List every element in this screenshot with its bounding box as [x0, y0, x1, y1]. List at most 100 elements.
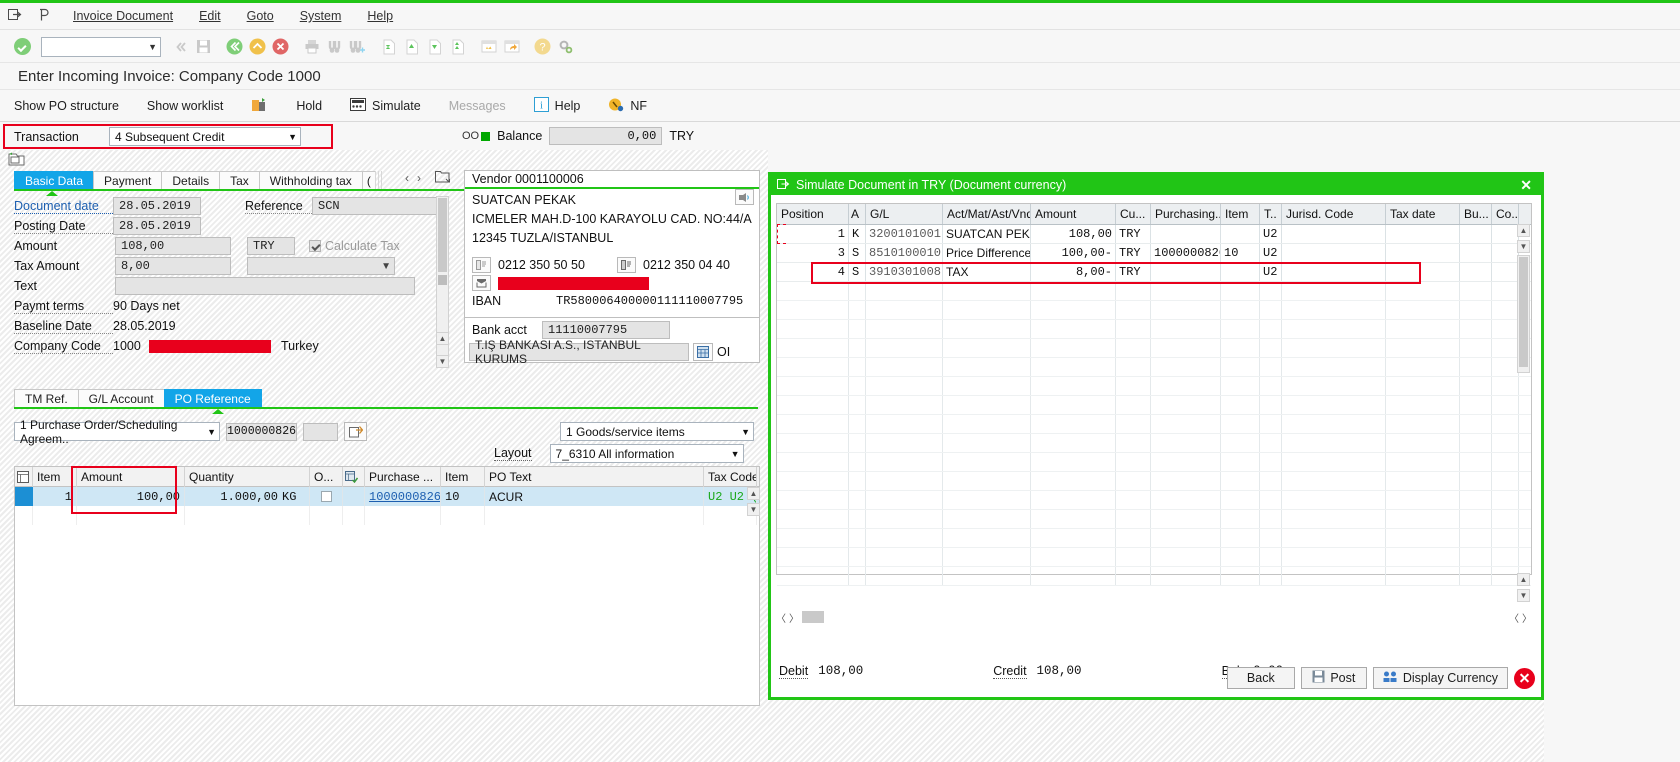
save-icon[interactable] — [192, 35, 215, 59]
po-item-input[interactable] — [303, 422, 338, 441]
hscroll-left-icon[interactable]: 〈 — [776, 610, 786, 625]
tab-payment[interactable]: Payment — [93, 171, 163, 190]
command-field[interactable]: ▼ — [41, 36, 161, 57]
show-po-structure-button[interactable]: Show PO structure — [0, 93, 133, 119]
tab-list-folder-icon[interactable] — [435, 170, 450, 186]
first-page-icon[interactable] — [377, 35, 400, 59]
table-row[interactable]: 3 S 8510100010 Price Difference 100,00- … — [777, 244, 1531, 263]
sim-table-scroll-up-button[interactable]: ▲ — [1517, 224, 1530, 237]
cancel-dialog-button[interactable] — [1514, 667, 1535, 689]
menu-item-edit[interactable]: Edit — [186, 9, 234, 23]
po-col-po-text[interactable]: PO Text — [485, 467, 704, 487]
po-col-po-item[interactable]: Item — [441, 467, 485, 487]
hscroll-page-right-icon[interactable]: 〉 — [1522, 610, 1532, 625]
hscroll-page-left-icon[interactable]: 〈 — [1509, 610, 1519, 625]
po-table-scroll-up-button[interactable]: ▲ — [747, 487, 760, 500]
po-col-tax-code[interactable]: Tax Code — [704, 467, 757, 487]
hold-button[interactable]: Hold — [282, 93, 336, 119]
chevron-down-icon[interactable]: ▼ — [148, 42, 157, 52]
back-icon[interactable] — [169, 35, 192, 59]
tab-details[interactable]: Details — [161, 171, 221, 190]
exit-yellow-icon[interactable] — [246, 35, 269, 59]
tab-tax[interactable]: Tax — [219, 171, 260, 190]
bank-name-field[interactable]: T.IŞ BANKASI A.S., ISTANBUL KURUMS — [469, 338, 689, 366]
menu-item-help[interactable]: Help — [354, 9, 406, 23]
text-input[interactable] — [115, 277, 415, 295]
tab-more[interactable]: ( — [361, 171, 376, 190]
sim-col-cu[interactable]: Cu... — [1116, 204, 1151, 224]
tab-tm-ref[interactable]: TM Ref. — [14, 389, 79, 408]
sim-table-scroll-down-button-2[interactable]: ▼ — [1517, 589, 1530, 602]
sim-col-item[interactable]: Item — [1221, 204, 1260, 224]
park-document-button[interactable] — [237, 93, 282, 119]
bank-data-button[interactable] — [693, 342, 713, 361]
sim-table-vertical-scrollbar[interactable] — [1517, 255, 1530, 373]
tab-grip-handle[interactable] — [374, 171, 382, 190]
cell-o[interactable] — [310, 487, 343, 506]
posting-date-input[interactable]: 28.05.2019 — [113, 217, 201, 235]
table-row[interactable]: 1 K 3200101001 SUATCAN PEKAK / 12… 108,0… — [777, 225, 1531, 244]
po-col-quantity[interactable]: Quantity — [185, 467, 310, 487]
hscroll-right-icon[interactable]: 〉 — [789, 610, 799, 625]
find-next-icon[interactable] — [346, 35, 369, 59]
chevron-down-icon[interactable]: ▼ — [288, 132, 297, 142]
chevron-down-icon[interactable]: ▼ — [381, 261, 391, 272]
menu-item-goto[interactable]: Goto — [234, 9, 287, 23]
po-col-amount[interactable]: Amount — [77, 467, 185, 487]
po-col-purchase-order[interactable]: Purchase ... — [365, 467, 441, 487]
customize-icon[interactable] — [554, 35, 577, 59]
form-scroll-up-button[interactable]: ▲ — [436, 332, 449, 345]
sim-col-gl[interactable]: G/L — [866, 204, 943, 224]
reference-input[interactable]: SCN — [312, 197, 442, 215]
chevron-down-icon[interactable]: ▼ — [731, 449, 740, 459]
previous-page-icon[interactable] — [400, 35, 423, 59]
tab-basic-data[interactable]: Basic Data — [14, 171, 95, 190]
form-scroll-down-button[interactable]: ▼ — [436, 355, 449, 368]
simulate-button[interactable]: Simulate — [336, 93, 435, 119]
sim-col-jurisd-code[interactable]: Jurisd. Code — [1282, 204, 1386, 224]
sim-col-position[interactable]: Position — [777, 204, 849, 224]
form-scrollbar-thumb[interactable] — [438, 198, 447, 272]
sim-col-tax-date[interactable]: Tax date — [1386, 204, 1460, 224]
menu-item-system[interactable]: System — [287, 9, 355, 23]
sim-col-t[interactable]: T.. — [1260, 204, 1282, 224]
system-menu-icon[interactable] — [0, 8, 30, 24]
cancel-red-icon[interactable] — [269, 35, 292, 59]
po-doc-type-select[interactable]: 1 Purchase Order/Scheduling Agreem.. ▼ — [14, 418, 220, 446]
po-navigate-button[interactable] — [344, 422, 367, 441]
sim-col-bu[interactable]: Bu... — [1460, 204, 1492, 224]
cell-purchase-order[interactable]: 1000000826 — [365, 487, 441, 506]
back-green-icon[interactable] — [223, 35, 246, 59]
show-worklist-button[interactable]: Show worklist — [133, 93, 237, 119]
find-icon[interactable] — [323, 35, 346, 59]
row-selector[interactable] — [15, 487, 33, 506]
hscroll-thumb[interactable] — [802, 611, 824, 623]
sim-col-a[interactable]: A — [849, 204, 866, 224]
transaction-select[interactable]: 4 Subsequent Credit ▼ — [109, 127, 301, 146]
sim-table-horizontal-scrollbar[interactable]: 〈 〉 〈 〉 — [776, 609, 1532, 625]
table-row[interactable]: 1 100,00 1.000,00 KG 1000000826 10 ACUR … — [15, 487, 759, 506]
calculate-tax-checkbox[interactable]: Calculate Tax — [309, 239, 400, 253]
tab-scroll-right-icon[interactable]: › — [417, 171, 421, 185]
tab-scroll-left-icon[interactable]: ‹ — [405, 171, 409, 185]
tab-gl-account[interactable]: G/L Account — [77, 389, 165, 408]
sim-col-amount[interactable]: Amount — [1031, 204, 1116, 224]
sim-col-purchasing[interactable]: Purchasing... — [1151, 204, 1221, 224]
table-row[interactable]: 4 S 3910301008 TAX 8,00- TRY U2 — [777, 263, 1531, 282]
po-col-layout-icon[interactable] — [343, 467, 365, 487]
sim-col-co[interactable]: Co... — [1492, 204, 1519, 224]
expand-folder-icon[interactable] — [8, 152, 26, 167]
help-button[interactable]: i Help — [520, 93, 595, 119]
dialog-close-icon[interactable]: ✕ — [1520, 177, 1535, 194]
table-select-all-icon[interactable] — [15, 467, 33, 487]
sim-scrollbar-thumb[interactable] — [1519, 257, 1528, 367]
tax-code-select[interactable]: ▼ — [247, 257, 395, 275]
po-col-item[interactable]: Item — [33, 467, 77, 487]
post-button[interactable]: Post — [1300, 667, 1367, 689]
tab-withholding-tax[interactable]: Withholding tax — [258, 171, 363, 190]
chevron-down-icon[interactable]: ▼ — [741, 427, 750, 437]
create-shortcut-icon[interactable] — [500, 35, 523, 59]
tax-amount-input[interactable]: 8,00 — [115, 257, 231, 275]
po-number-input[interactable]: 1000000826 — [226, 422, 297, 441]
display-currency-button[interactable]: Display Currency — [1372, 667, 1508, 689]
